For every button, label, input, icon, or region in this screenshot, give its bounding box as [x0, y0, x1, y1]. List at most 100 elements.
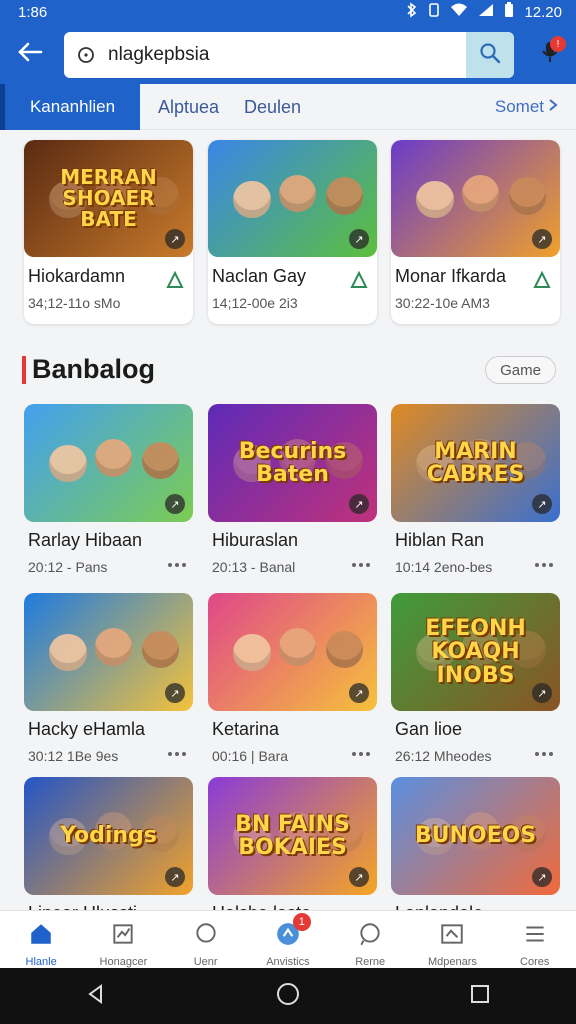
game-card[interactable]: Becurins Baten ↗ Hiburaslan 20:13 - Banal	[208, 404, 377, 579]
card-title: Rarlay Hibaan	[28, 530, 143, 550]
game-card[interactable]: BN FAINS BOKAIES↗ Halsha lasto	[208, 777, 377, 910]
share-icon[interactable]	[163, 268, 187, 292]
media-badge-icon: ↗	[532, 683, 552, 703]
game-thumbnail[interactable]: ↗	[24, 404, 193, 522]
game-thumbnail[interactable]: BN FAINS BOKAIES ↗	[208, 777, 377, 895]
character-figure	[278, 628, 317, 666]
section-header: Banbalog Game	[22, 350, 556, 390]
nav-item-home[interactable]: Hlanle	[0, 911, 82, 968]
character-figure	[278, 175, 317, 213]
game-thumbnail[interactable]: EFEONH KOAQH INOBS ↗	[391, 593, 560, 711]
media-badge-icon: ↗	[165, 867, 185, 887]
game-card[interactable]: ↗ Ketarina 00:16 | Bara	[208, 593, 377, 768]
card-meta: 00:16 | Bara	[212, 748, 289, 764]
nav-label: Anvistics	[266, 956, 310, 968]
top-app-bar: nlagkepbsia !	[0, 24, 576, 84]
search-icon	[479, 42, 501, 69]
more-options-icon[interactable]	[532, 556, 556, 579]
card-meta: 10:14 2eno-bes	[395, 559, 493, 575]
card-title: Hiokardamn	[28, 266, 126, 286]
card-title: Hiblan Ran	[395, 530, 485, 550]
game-card[interactable]: ↗ Hacky eHamla 30:12 1Be 9es	[24, 593, 193, 768]
game-thumbnail[interactable]: ↗	[208, 140, 377, 257]
game-thumbnail[interactable]: Yodings ↗	[24, 777, 193, 895]
game-thumbnail[interactable]: ↗	[24, 593, 193, 711]
game-card[interactable]: Yodings↗ Linear Hlussti	[24, 777, 193, 910]
tab-more-label: Somet	[494, 97, 544, 116]
notification-badge: !	[550, 36, 566, 52]
back-button[interactable]	[12, 36, 48, 72]
card-meta: 20:13 - Banal	[212, 559, 296, 575]
search-field[interactable]: nlagkepbsia	[64, 32, 514, 78]
game-card[interactable]: EFEONH KOAQH INOBS ↗ Gan lioe 26:12 Mheodes	[391, 593, 560, 768]
tab-more[interactable]: Somet	[495, 84, 558, 130]
system-home-icon[interactable]	[276, 982, 300, 1011]
nav-label: Hlanle	[25, 956, 57, 968]
nav-item-chart[interactable]: Honagcer	[82, 911, 164, 968]
media-badge-icon: ↗	[349, 229, 369, 249]
more-options-icon[interactable]	[165, 745, 189, 768]
map-icon	[439, 921, 465, 950]
game-thumbnail[interactable]: ↗	[208, 593, 377, 711]
wifi-icon	[450, 3, 468, 21]
game-card[interactable]: MARIN CABRES ↗ Hiblan Ran 10:14 2eno-bes	[391, 404, 560, 579]
status-time: 1:86	[18, 3, 48, 21]
card-meta: 30:22-10e AM3	[395, 295, 490, 311]
character-figure	[142, 441, 180, 479]
section-accent-bar	[22, 356, 26, 384]
media-badge-icon: ↗	[165, 494, 185, 514]
tab-3[interactable]: Deulen	[244, 84, 301, 130]
character-figure	[461, 175, 500, 213]
system-back-icon[interactable]	[85, 983, 107, 1010]
section-filter-button[interactable]: Game	[485, 356, 556, 384]
card-title: Lanlandale	[395, 903, 483, 910]
game-thumbnail[interactable]: MERRAN SHOAER BATE ↗	[24, 140, 193, 257]
system-recents-icon[interactable]	[469, 983, 491, 1010]
nav-label: Uenr	[193, 956, 218, 968]
share-icon[interactable]	[530, 268, 554, 292]
more-options-icon[interactable]	[349, 556, 373, 579]
bluetooth-icon	[406, 2, 418, 22]
chevron-right-icon	[548, 97, 558, 117]
game-thumbnail[interactable]: MARIN CABRES ↗	[391, 404, 560, 522]
search-input[interactable]: nlagkepbsia	[108, 44, 466, 66]
card-meta: 34;12-11o sMo	[28, 295, 121, 311]
character-figure	[49, 445, 87, 483]
share-icon[interactable]	[347, 268, 371, 292]
character-figure	[233, 634, 271, 672]
more-options-icon[interactable]	[349, 745, 373, 768]
game-thumbnail[interactable]: Becurins Baten ↗	[208, 404, 377, 522]
media-badge-icon: ↗	[349, 683, 369, 703]
more-options-icon[interactable]	[165, 556, 189, 579]
featured-card[interactable]: MERRAN SHOAER BATE ↗ Hiokardamn 34;12-11o s…	[24, 140, 193, 324]
nav-item-message[interactable]: Rerne	[329, 911, 411, 968]
nav-item-chat-bubble[interactable]: Uenr	[165, 911, 247, 968]
bottom-navigation: Hlanle Honagcer Uenr Anvistics 1 Rerne Mdpenar…	[0, 910, 576, 968]
media-badge-icon: ↗	[532, 494, 552, 514]
game-card[interactable]: BUNOEOS↗ Lanlandale	[391, 777, 560, 910]
status-icons: 12.20	[406, 2, 562, 22]
search-button[interactable]	[466, 32, 514, 78]
character-figure	[326, 630, 364, 668]
system-navigation-bar	[0, 968, 576, 1024]
tab-2[interactable]: Alptuea	[158, 84, 219, 130]
card-title: Halsha lasto	[212, 903, 311, 910]
featured-card[interactable]: ↗ Monar Ifkarda 30:22-10e AM3	[391, 140, 560, 324]
nav-item-menu[interactable]: Cores	[494, 911, 576, 968]
menu-icon	[522, 921, 548, 950]
nav-item-map[interactable]: Mdpenars	[411, 911, 493, 968]
character-figure	[416, 180, 454, 219]
character-figure	[326, 177, 364, 215]
nav-label: Mdpenars	[428, 956, 477, 968]
nav-item-analytics[interactable]: Anvistics 1	[247, 911, 329, 968]
game-thumbnail[interactable]: ↗	[391, 140, 560, 257]
game-thumbnail[interactable]: BUNOEOS ↗	[391, 777, 560, 895]
more-options-icon[interactable]	[532, 745, 556, 768]
voice-search-button[interactable]: !	[532, 36, 568, 72]
media-badge-icon: ↗	[349, 867, 369, 887]
game-card[interactable]: ↗ Rarlay Hibaan 20:12 - Pans	[24, 404, 193, 579]
vibrate-icon	[428, 2, 440, 22]
nav-label: Cores	[520, 956, 550, 968]
featured-card[interactable]: ↗ Naclan Gay 14;12-00e 2i3	[208, 140, 377, 324]
tab-active[interactable]: Kananhlien	[0, 84, 140, 130]
